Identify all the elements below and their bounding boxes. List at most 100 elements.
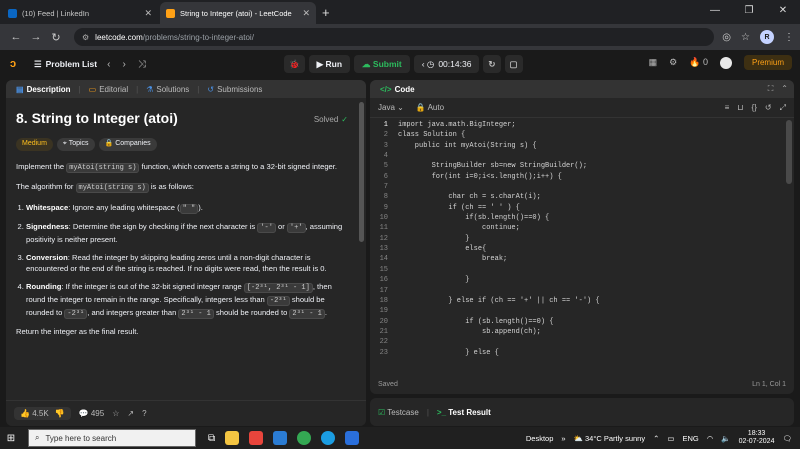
- description-scrollbar[interactable]: [359, 102, 364, 242]
- code-line[interactable]: 22: [370, 337, 784, 347]
- browser-tab-linkedin[interactable]: (10) Feed | LinkedIn ✕: [2, 2, 158, 24]
- tab-test-result[interactable]: >_ Test Result: [437, 408, 491, 417]
- reload-button[interactable]: ↻: [46, 31, 66, 44]
- code-line[interactable]: 12 }: [370, 234, 784, 244]
- network-icon[interactable]: ▭: [667, 434, 674, 443]
- browser-tab-leetcode[interactable]: String to Integer (atoi) - LeetCode ✕: [160, 2, 316, 24]
- expand-icon[interactable]: ⛶: [768, 84, 774, 94]
- profile-avatar[interactable]: R: [760, 30, 774, 44]
- code-line[interactable]: 15: [370, 265, 784, 275]
- code-line[interactable]: 8 char ch = s.charAt(i);: [370, 192, 784, 202]
- edge-icon[interactable]: [321, 431, 336, 445]
- code-line[interactable]: 5 StringBuilder sb=new StringBuilder();: [370, 161, 784, 171]
- notification-icon[interactable]: 🗨: [782, 434, 792, 443]
- back-button[interactable]: ←: [6, 31, 26, 43]
- code-line[interactable]: 4: [370, 151, 784, 161]
- streak-fire-icon[interactable]: 🔥 0: [689, 57, 708, 68]
- task-view-icon[interactable]: ⧉: [208, 433, 215, 444]
- code-line[interactable]: 3 public int myAtoi(String s) {: [370, 141, 784, 151]
- desktop-label[interactable]: Desktop: [526, 434, 554, 443]
- site-info-icon[interactable]: ⚙: [82, 33, 89, 42]
- code-tab[interactable]: </> Code: [376, 85, 419, 94]
- minimize-button[interactable]: —: [698, 0, 732, 24]
- menu-kebab-icon[interactable]: ⋮: [784, 32, 794, 43]
- url-input[interactable]: ⚙ leetcode.com /problems/string-to-integ…: [74, 28, 715, 46]
- brave-icon[interactable]: [249, 431, 264, 445]
- layout-icon[interactable]: ▦: [649, 57, 658, 68]
- code-line[interactable]: 1 import java.math.BigInteger;: [370, 120, 784, 130]
- help-icon[interactable]: ?: [142, 409, 146, 418]
- favorite-star-icon[interactable]: ☆: [112, 409, 119, 418]
- code-line[interactable]: 23 } else {: [370, 348, 784, 358]
- next-problem-icon[interactable]: ›: [122, 59, 125, 70]
- settings-gear-icon[interactable]: ⚙: [669, 57, 677, 68]
- user-avatar[interactable]: [719, 56, 732, 69]
- mail-icon[interactable]: [273, 431, 288, 445]
- code-line[interactable]: 17: [370, 286, 784, 296]
- chevron-icon[interactable]: »: [561, 434, 565, 443]
- timer-button[interactable]: ‹ ◷ 00:14:36: [413, 55, 480, 73]
- new-tab-button[interactable]: +: [322, 2, 330, 24]
- wifi-icon[interactable]: ◠: [707, 434, 714, 443]
- eye-off-icon[interactable]: ◎: [722, 32, 731, 43]
- code-line[interactable]: 18 } else if (ch == '+' || ch == '-') {: [370, 296, 784, 306]
- tab-solutions[interactable]: ⚗ Solutions: [142, 85, 193, 94]
- code-line[interactable]: 21 sb.append(ch);: [370, 327, 784, 337]
- debug-icon[interactable]: 🐞: [284, 55, 305, 73]
- fullscreen-icon[interactable]: ⤢: [780, 103, 786, 113]
- braces-icon[interactable]: {}: [752, 103, 757, 113]
- close-icon[interactable]: ✕: [144, 8, 152, 19]
- bookmark-star-icon[interactable]: ☆: [741, 32, 750, 43]
- code-line[interactable]: 13 else{: [370, 244, 784, 254]
- prev-problem-icon[interactable]: ‹: [107, 59, 110, 70]
- code-line[interactable]: 19: [370, 306, 784, 316]
- close-window-button[interactable]: ✕: [766, 0, 800, 24]
- comments-button[interactable]: 💬 495: [79, 409, 105, 418]
- code-line[interactable]: 10 if(sb.length()==0) {: [370, 213, 784, 223]
- taskbar-search-input[interactable]: ⌕ Type here to search: [28, 429, 196, 447]
- language-indicator[interactable]: ENG: [683, 434, 699, 443]
- close-icon[interactable]: ✕: [302, 8, 310, 19]
- code-line[interactable]: 16 }: [370, 275, 784, 285]
- reset-icon[interactable]: ↺: [765, 103, 772, 113]
- tab-submissions[interactable]: ↺ Submissions: [203, 85, 266, 94]
- code-line[interactable]: 2 class Solution {: [370, 130, 784, 140]
- shuffle-icon[interactable]: ⤨: [138, 59, 146, 70]
- problem-list-button[interactable]: ☰ Problem List: [34, 59, 97, 70]
- code-area[interactable]: 1 import java.math.BigInteger; 2 class Solu…: [370, 120, 784, 366]
- file-explorer-icon[interactable]: [225, 431, 240, 445]
- premium-button[interactable]: Premium: [743, 55, 792, 70]
- code-line[interactable]: 11 continue;: [370, 223, 784, 233]
- windows-start-icon[interactable]: ⊞: [0, 433, 22, 444]
- companies-chip[interactable]: 🔒 Companies: [98, 137, 157, 151]
- code-line[interactable]: 7: [370, 182, 784, 192]
- volume-icon[interactable]: 🔈: [721, 434, 730, 443]
- tab-editorial[interactable]: ▭ Editorial: [85, 85, 132, 94]
- tab-description[interactable]: ▤ Description: [12, 85, 75, 94]
- collapse-icon[interactable]: ⌃: [781, 84, 788, 94]
- code-line[interactable]: 6 for(int i=0;i<s.length();i++) {: [370, 172, 784, 182]
- share-icon[interactable]: ↗: [127, 409, 134, 418]
- tray-expand-icon[interactable]: ⌃: [653, 434, 659, 443]
- notes-icon[interactable]: ▢: [504, 55, 523, 73]
- chrome-icon[interactable]: [297, 431, 312, 445]
- topics-chip[interactable]: ⌖ Topics: [56, 137, 95, 151]
- clock[interactable]: 18:33 02-07-2024: [739, 430, 775, 445]
- language-select[interactable]: Java ⌄: [378, 103, 404, 112]
- problem-title[interactable]: 8. String to Integer (atoi): [16, 108, 348, 130]
- code-line[interactable]: 20 if (sb.length()==0) {: [370, 317, 784, 327]
- like-button[interactable]: 👍 4.5K: [20, 409, 49, 418]
- reset-timer-icon[interactable]: ↻: [483, 55, 501, 73]
- tab-testcase[interactable]: ☑ Testcase: [378, 408, 419, 417]
- autocomplete-toggle[interactable]: 🔒 Auto: [416, 103, 444, 112]
- restore-button[interactable]: ❐: [732, 0, 766, 24]
- bookmark-icon[interactable]: ⊔: [737, 103, 743, 113]
- dislike-button[interactable]: 👎: [55, 409, 65, 418]
- weather-widget[interactable]: ⛅ 34°C Partly sunny: [574, 434, 646, 443]
- format-icon[interactable]: ≡: [725, 103, 730, 113]
- submit-button[interactable]: ☁ Submit: [354, 55, 410, 73]
- leetcode-logo-icon[interactable]: ↄ: [10, 58, 22, 70]
- run-button[interactable]: ▶ Run: [308, 55, 351, 73]
- code-line[interactable]: 14 break;: [370, 254, 784, 264]
- app-icon[interactable]: [345, 431, 360, 445]
